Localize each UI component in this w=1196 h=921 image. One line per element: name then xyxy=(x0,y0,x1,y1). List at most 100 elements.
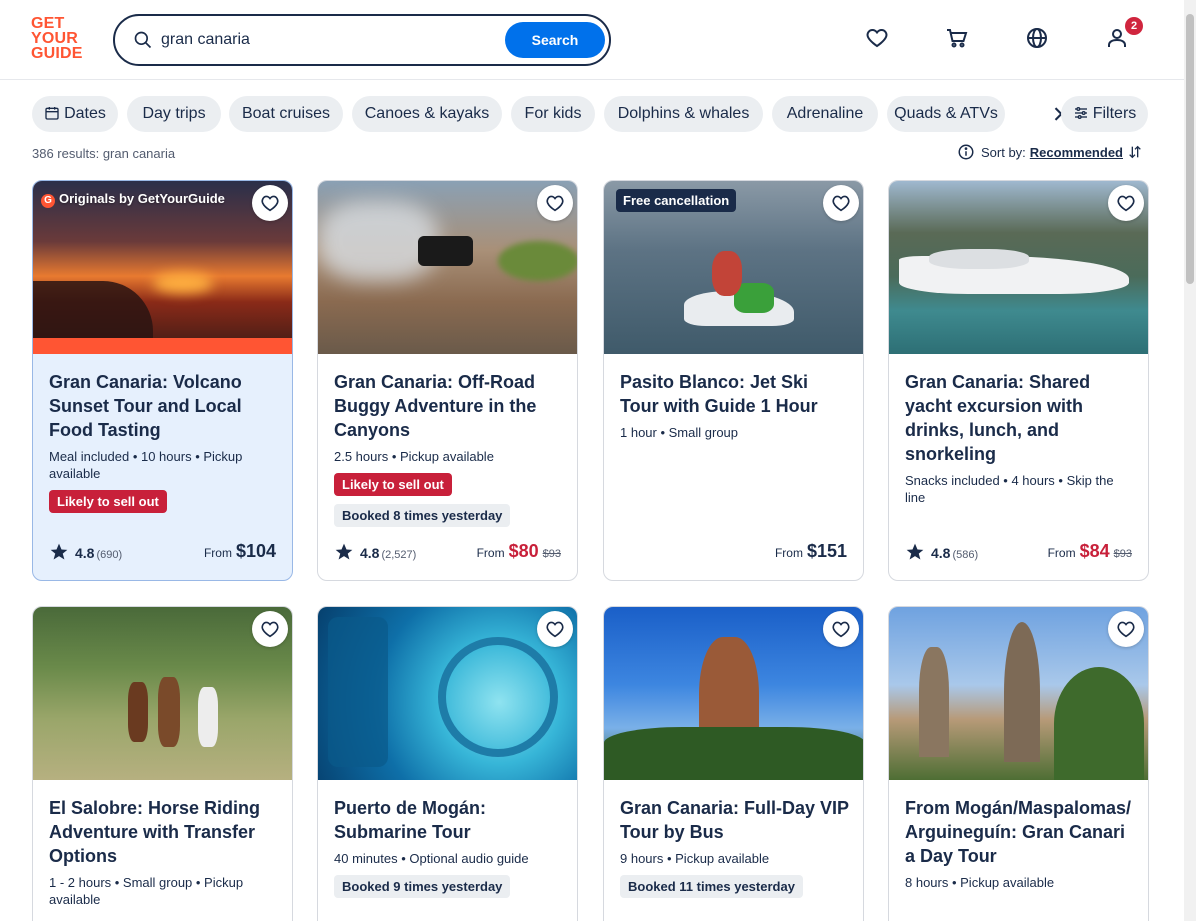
originals-tag: G Originals by GetYourGuide xyxy=(41,191,225,208)
wishlist-button[interactable] xyxy=(537,611,573,647)
getyourguide-g-logo: G xyxy=(41,194,55,208)
activity-meta: 8 hours • Pickup available xyxy=(905,875,1055,890)
star-icon xyxy=(906,543,924,560)
activity-title[interactable]: Gran Canaria: Full-Day VIP Tour by Bus xyxy=(620,796,849,844)
activity-meta: 1 - 2 hours • Small group • Pickup avail… xyxy=(49,875,244,907)
rating: 4.8 (586) xyxy=(905,542,978,562)
chip-label: For kids xyxy=(524,105,582,122)
review-count: (690) xyxy=(96,549,123,561)
sort-arrows-icon xyxy=(1129,145,1141,159)
activity-title[interactable]: Gran Canaria: Shared yacht excursion wit… xyxy=(905,370,1134,466)
cart-icon[interactable] xyxy=(945,26,969,50)
sort-value[interactable]: Recommended xyxy=(1030,145,1123,160)
heart-icon xyxy=(832,621,850,638)
heart-icon[interactable] xyxy=(865,26,889,50)
activity-image[interactable] xyxy=(889,607,1148,780)
notification-badge: 2 xyxy=(1125,17,1143,35)
price-value: $80 xyxy=(508,541,539,561)
chip-adrenaline[interactable]: Adrenaline xyxy=(772,96,878,132)
wishlist-button[interactable] xyxy=(823,611,859,647)
activity-image[interactable] xyxy=(318,607,577,780)
heart-icon xyxy=(832,195,850,212)
calendar-icon xyxy=(45,107,59,120)
review-count: (2,527) xyxy=(381,549,417,561)
card-body: Gran Canaria: Full-Day VIP Tour by Bus 9… xyxy=(620,796,849,898)
activity-meta: 2.5 hours • Pickup available xyxy=(334,449,494,464)
heart-icon xyxy=(1117,621,1135,638)
price-value: $151 xyxy=(806,541,847,561)
rating-value: 4.8 xyxy=(75,545,95,561)
activity-title[interactable]: From Mogán/Maspalomas/Arguineguín: Gran … xyxy=(905,796,1134,868)
wishlist-button[interactable] xyxy=(1108,611,1144,647)
likely-to-sell-out-badge: Likely to sell out xyxy=(334,473,452,496)
wishlist-button[interactable] xyxy=(252,611,288,647)
booked-badge: Booked 9 times yesterday xyxy=(334,875,511,898)
chip-for-kids[interactable]: For kids xyxy=(511,96,595,132)
price: From $80 $93 xyxy=(477,541,561,562)
originals-bar xyxy=(33,338,292,354)
card-body: Gran Canaria: Volcano Sunset Tour and Lo… xyxy=(49,370,278,513)
activity-card[interactable]: Gran Canaria: Full-Day VIP Tour by Bus 9… xyxy=(603,606,864,921)
search-input[interactable] xyxy=(161,28,501,52)
activity-card[interactable]: Puerto de Mogán: Submarine Tour 40 minut… xyxy=(317,606,578,921)
activity-title[interactable]: Puerto de Mogán: Submarine Tour xyxy=(334,796,563,844)
chip-dolphins-whales[interactable]: Dolphins & whales xyxy=(604,96,763,132)
card-body: Gran Canaria: Shared yacht excursion wit… xyxy=(905,370,1134,506)
heart-icon xyxy=(1117,195,1135,212)
scrollbar-thumb[interactable] xyxy=(1186,14,1194,284)
activity-image[interactable] xyxy=(889,181,1148,354)
chip-dates[interactable]: Dates xyxy=(32,96,118,132)
wishlist-button[interactable] xyxy=(537,185,573,221)
chip-label: Dates xyxy=(64,105,106,122)
chip-quads-atvs[interactable]: Quads & ATVs xyxy=(887,96,1005,132)
activity-card[interactable]: Gran Canaria: Off-Road Buggy Adventure i… xyxy=(317,180,578,581)
price-value: $104 xyxy=(235,541,276,561)
activity-meta: Meal included • 10 hours • Pickup availa… xyxy=(49,449,243,481)
chip-boat-cruises[interactable]: Boat cruises xyxy=(229,96,343,132)
logo-line-1: GET xyxy=(31,15,65,32)
category-chips: Dates Day trips Boat cruises Canoes & ka… xyxy=(32,96,1152,132)
original-price: $93 xyxy=(1113,548,1132,560)
chip-label: Adrenaline xyxy=(786,105,864,122)
rating: 4.8 (690) xyxy=(49,542,122,562)
price: From $84 $93 xyxy=(1048,541,1132,562)
scrollbar[interactable] xyxy=(1184,0,1196,921)
activity-card[interactable]: Free cancellation Pasito Blanco: Jet Ski… xyxy=(603,180,864,581)
wishlist-button[interactable] xyxy=(823,185,859,221)
activity-image[interactable] xyxy=(33,607,292,780)
activity-image[interactable] xyxy=(604,607,863,780)
card-body: El Salobre: Horse Riding Adventure with … xyxy=(49,796,278,908)
activity-meta: 40 minutes • Optional audio guide xyxy=(334,851,529,866)
tag-label: Originals by GetYourGuide xyxy=(59,191,225,206)
card-body: From Mogán/Maspalomas/Arguineguín: Gran … xyxy=(905,796,1134,891)
search-icon xyxy=(134,31,152,49)
activity-image[interactable] xyxy=(318,181,577,354)
activity-title[interactable]: Gran Canaria: Off-Road Buggy Adventure i… xyxy=(334,370,563,442)
activity-card[interactable]: Gran Canaria: Shared yacht excursion wit… xyxy=(888,180,1149,581)
filters-button[interactable]: Filters xyxy=(1061,96,1148,132)
activity-card[interactable]: El Salobre: Horse Riding Adventure with … xyxy=(32,606,293,921)
activity-image[interactable]: Free cancellation xyxy=(604,181,863,354)
activity-title[interactable]: El Salobre: Horse Riding Adventure with … xyxy=(49,796,278,868)
search-button[interactable]: Search xyxy=(505,22,605,58)
price-value: $84 xyxy=(1079,541,1110,561)
sort-label: Sort by: xyxy=(981,145,1026,160)
info-icon[interactable] xyxy=(957,143,975,161)
activity-card[interactable]: G Originals by GetYourGuide Gran Canaria:… xyxy=(32,180,293,581)
globe-icon[interactable] xyxy=(1025,26,1049,50)
wishlist-button[interactable] xyxy=(1108,185,1144,221)
wishlist-button[interactable] xyxy=(252,185,288,221)
activity-title[interactable]: Pasito Blanco: Jet Ski Tour with Guide 1… xyxy=(620,370,849,418)
chip-canoes-kayaks[interactable]: Canoes & kayaks xyxy=(352,96,502,132)
likely-to-sell-out-badge: Likely to sell out xyxy=(49,490,167,513)
activity-title[interactable]: Gran Canaria: Volcano Sunset Tour and Lo… xyxy=(49,370,278,442)
rating-value: 4.8 xyxy=(931,545,951,561)
chip-label: Dolphins & whales xyxy=(617,105,750,122)
price: From $151 xyxy=(775,541,847,562)
getyourguide-logo[interactable]: GET YOUR GUIDE xyxy=(31,16,91,64)
sort-control[interactable]: Sort by: Recommended xyxy=(957,143,1143,163)
chip-label: Boat cruises xyxy=(241,105,331,122)
activity-image[interactable]: G Originals by GetYourGuide xyxy=(33,181,292,354)
chip-day-trips[interactable]: Day trips xyxy=(127,96,221,132)
activity-card[interactable]: From Mogán/Maspalomas/Arguineguín: Gran … xyxy=(888,606,1149,921)
